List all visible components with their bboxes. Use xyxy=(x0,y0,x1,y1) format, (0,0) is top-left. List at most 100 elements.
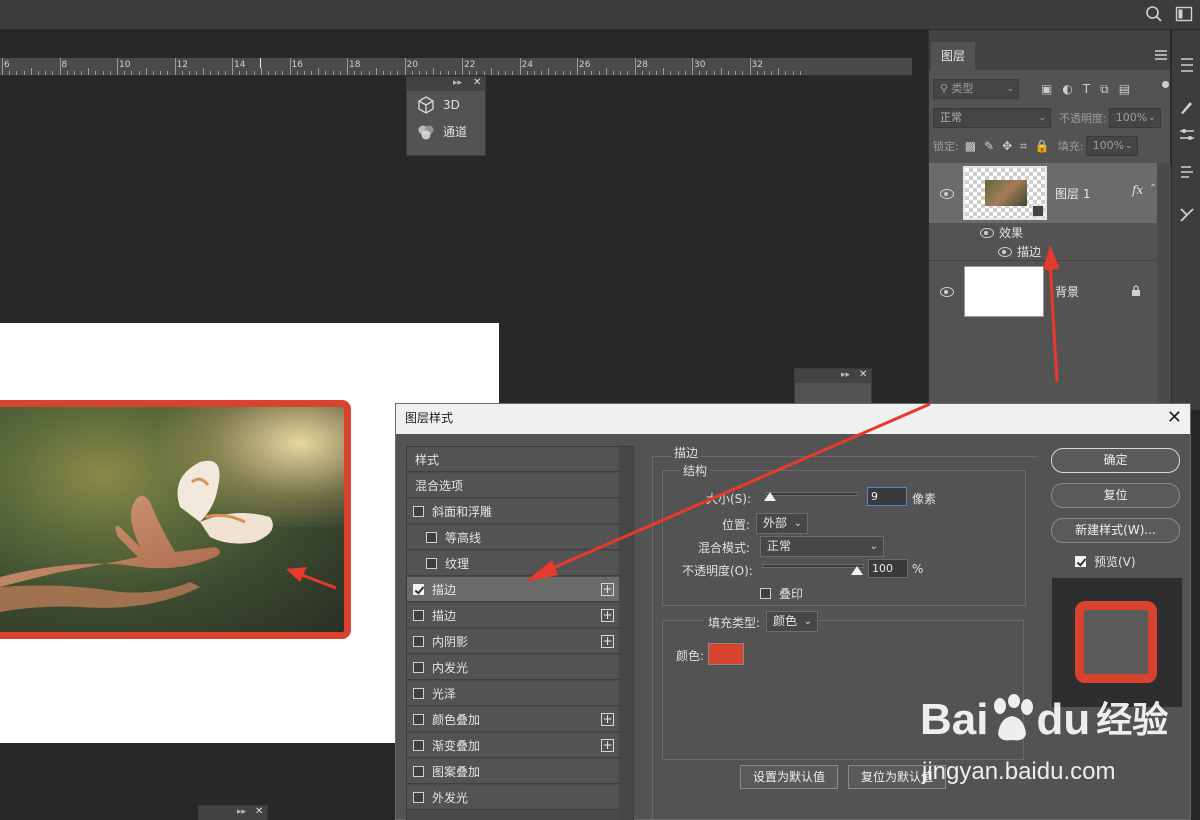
visibility-eye-icon[interactable] xyxy=(939,287,955,297)
layers-scrollbar[interactable] xyxy=(1157,163,1171,410)
tools-icon[interactable] xyxy=(1178,206,1196,224)
tab-layers[interactable]: 图层 xyxy=(931,42,975,70)
style-item-12[interactable]: 图案叠加 xyxy=(407,759,619,784)
add-style-plus-icon[interactable]: + xyxy=(601,712,614,726)
adjustments-icon[interactable] xyxy=(1178,126,1196,144)
style-item-11[interactable]: 渐变叠加 + xyxy=(407,733,619,758)
style-checkbox[interactable] xyxy=(413,713,424,725)
style-item-label: 混合选项 xyxy=(415,478,464,493)
style-item-0[interactable]: 样式 xyxy=(407,447,619,472)
stroke-color-swatch[interactable] xyxy=(708,643,744,665)
collapse-icon[interactable]: ▸▸ xyxy=(841,370,850,380)
style-item-6[interactable]: 描边 + xyxy=(407,603,619,628)
style-item-2[interactable]: 斜面和浮雕 xyxy=(407,499,619,524)
style-checkbox[interactable] xyxy=(413,791,424,803)
ruler-label: 30 xyxy=(694,60,706,70)
reset-button[interactable]: 复位 xyxy=(1051,483,1180,508)
close-icon[interactable]: ✕ xyxy=(1167,404,1182,432)
style-checkbox[interactable] xyxy=(413,765,424,777)
style-item-label: 描边 xyxy=(432,582,457,597)
close-icon[interactable]: ✕ xyxy=(255,806,263,817)
floating-panel-small: ▸▸ ✕ xyxy=(794,368,872,408)
size-slider-thumb[interactable] xyxy=(764,492,776,501)
opacity-input[interactable]: 100 xyxy=(868,559,908,578)
collapse-icon[interactable]: ▸▸ xyxy=(453,78,462,88)
style-checkbox[interactable] xyxy=(413,739,424,751)
style-item-9[interactable]: 光泽 xyxy=(407,681,619,706)
style-item-5[interactable]: 描边 + xyxy=(407,577,619,602)
style-item-1[interactable]: 混合选项 xyxy=(407,473,619,498)
layers-panel-tabs: 图层 xyxy=(929,30,1170,70)
collapse-icon[interactable]: ▸▸ xyxy=(237,807,246,817)
lock-icons[interactable]: ▩✎✥⌗🔒 xyxy=(965,139,1058,154)
fill-type-select[interactable]: 颜色 ⌄ xyxy=(766,611,818,632)
dialog-titlebar: 图层样式 ✕ xyxy=(396,404,1190,434)
blend-opacity-row: 正常 ⌄ 不透明度: 100% ⌄ xyxy=(933,108,1161,128)
brush-icon[interactable] xyxy=(1178,98,1196,116)
opacity-slider-thumb[interactable] xyxy=(851,566,863,575)
panel-header[interactable]: ▸▸ ✕ xyxy=(199,806,267,820)
layers-panel: 图层 ⚲ 类型 ⌄ ▣◐T⧉▤ 正常 ⌄ 不透明度: 100% ⌄ 锁定: ▩✎✥⌗🔒… xyxy=(928,30,1171,410)
effects-row[interactable]: 效果 xyxy=(929,223,1158,243)
size-input[interactable]: 9 xyxy=(867,487,907,506)
style-item-8[interactable]: 内发光 xyxy=(407,655,619,680)
fill-input[interactable]: 100% ⌄ xyxy=(1085,136,1138,156)
size-slider[interactable] xyxy=(766,492,858,496)
filter-toggle-icon[interactable] xyxy=(1162,81,1169,88)
panel-menu-icon[interactable] xyxy=(1155,50,1167,60)
panel-item-3d[interactable]: 3D xyxy=(407,91,485,118)
style-checkbox[interactable] xyxy=(413,635,424,647)
style-item-10[interactable]: 颜色叠加 + xyxy=(407,707,619,732)
workspace-icon[interactable] xyxy=(1175,5,1193,23)
new-style-button[interactable]: 新建样式(W)... xyxy=(1051,518,1180,543)
effect-stroke-row[interactable]: 描边 xyxy=(929,242,1158,262)
visibility-eye-icon[interactable] xyxy=(939,189,955,199)
opacity-input[interactable]: 100% ⌄ xyxy=(1108,108,1161,128)
close-icon[interactable]: ✕ xyxy=(859,369,867,380)
fx-icon[interactable]: fx xyxy=(1132,183,1143,197)
style-checkbox[interactable] xyxy=(426,557,437,569)
panel-header[interactable]: ▸▸ ✕ xyxy=(795,369,871,383)
layer-row-layer1[interactable]: 图层 1 fx ⌃ xyxy=(929,163,1158,223)
add-style-plus-icon[interactable]: + xyxy=(601,634,614,648)
style-checkbox[interactable] xyxy=(426,531,437,543)
opacity-slider[interactable] xyxy=(762,564,864,568)
style-item-7[interactable]: 内阴影 + xyxy=(407,629,619,654)
style-checkbox[interactable] xyxy=(413,661,424,673)
style-preview xyxy=(1052,578,1182,707)
style-item-4[interactable]: 纹理 xyxy=(407,551,619,576)
ruler-label: 22 xyxy=(464,60,476,70)
blend-mode-select[interactable]: 正常 ⌄ xyxy=(760,536,884,557)
horizontal-ruler: 6 8 10 12 14 16 18 20 22 24 26 28 30 32 xyxy=(0,58,912,76)
layer-row-background[interactable]: 背景 xyxy=(929,260,1158,321)
overprint-checkbox[interactable]: 叠印 xyxy=(760,585,803,602)
paragraph-icon[interactable] xyxy=(1178,164,1196,182)
position-select[interactable]: 外部 ⌄ xyxy=(756,513,808,534)
visibility-eye-icon[interactable] xyxy=(997,247,1013,257)
layer-filter-select[interactable]: ⚲ 类型 ⌄ xyxy=(933,79,1019,99)
add-style-plus-icon[interactable]: + xyxy=(601,738,614,752)
set-default-button[interactable]: 设置为默认值 xyxy=(740,765,838,789)
style-checkbox[interactable] xyxy=(413,609,424,621)
add-style-plus-icon[interactable]: + xyxy=(601,582,614,596)
search-icon[interactable] xyxy=(1145,5,1163,23)
visibility-eye-icon[interactable] xyxy=(979,228,995,238)
panel-header[interactable]: ▸▸ ✕ xyxy=(407,77,485,91)
style-checkbox[interactable] xyxy=(413,687,424,699)
ok-button[interactable]: 确定 xyxy=(1051,448,1180,473)
properties-icon[interactable] xyxy=(1178,56,1196,74)
blend-mode-select[interactable]: 正常 ⌄ xyxy=(933,108,1051,128)
watermark-logo: Bai du 经验 xyxy=(920,694,1169,744)
panel-item-channels[interactable]: 通道 xyxy=(407,118,485,145)
style-item-label: 等高线 xyxy=(445,530,482,545)
close-icon[interactable]: ✕ xyxy=(473,77,481,88)
filter-type-icons[interactable]: ▣◐T⧉▤ xyxy=(1041,82,1140,97)
style-list-scrollbar[interactable] xyxy=(619,447,633,820)
cube-icon xyxy=(418,95,434,114)
style-checkbox[interactable] xyxy=(413,583,424,595)
style-item-3[interactable]: 等高线 xyxy=(407,525,619,550)
add-style-plus-icon[interactable]: + xyxy=(601,608,614,622)
preview-checkbox[interactable]: 预览(V) xyxy=(1075,553,1136,570)
style-item-13[interactable]: 外发光 xyxy=(407,785,619,810)
style-checkbox[interactable] xyxy=(413,505,424,517)
